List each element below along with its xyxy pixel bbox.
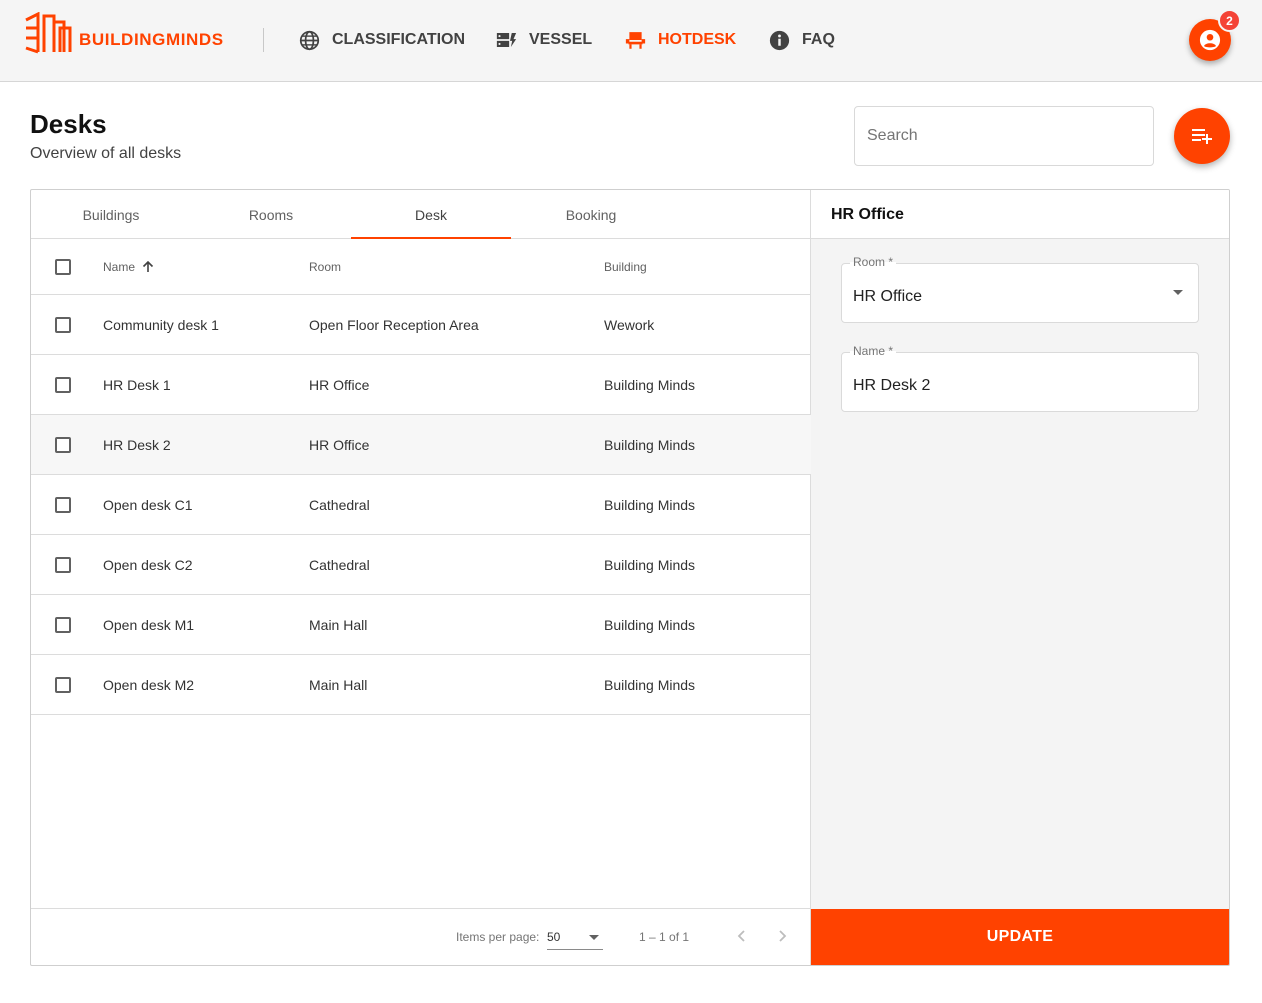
room-select-label: Room * — [850, 255, 897, 269]
table-row[interactable]: Open desk M2 Main Hall Building Minds — [31, 655, 811, 715]
nav-label-hotdesk: HOTDESK — [658, 31, 737, 48]
tab-booking[interactable]: Booking — [511, 190, 671, 239]
row-checkbox[interactable] — [55, 497, 71, 513]
cell-name: Open desk M2 — [103, 676, 195, 693]
desk-name-field[interactable]: Name * HR Desk 2 — [841, 344, 1199, 412]
search-input[interactable] — [855, 107, 1153, 165]
info-icon — [769, 30, 790, 50]
cell-room: Open Floor Reception Area — [309, 316, 479, 333]
chevron-left-icon — [737, 930, 745, 942]
row-checkbox[interactable] — [55, 437, 71, 453]
cell-building: Building Minds — [604, 436, 696, 453]
table-row-selected[interactable]: HR Desk 2 HR Office Building Minds — [31, 415, 811, 475]
row-checkbox[interactable] — [55, 317, 71, 333]
cell-building: Building Minds — [604, 616, 696, 633]
sort-ascending-arrow-icon — [142, 261, 154, 272]
nav-item-classification[interactable]: CLASSIFICATION — [299, 26, 465, 54]
account-circle-icon — [1199, 29, 1221, 51]
desks-card: Buildings Rooms Desk Booking Name Room B… — [30, 189, 1230, 966]
cell-room: Main Hall — [309, 676, 368, 693]
nav-label-classification: CLASSIFICATION — [332, 31, 466, 48]
desk-detail-panel: HR Office Room * HR Office Name * HR Des… — [811, 190, 1229, 965]
notification-badge: 2 — [1218, 9, 1241, 32]
row-checkbox[interactable] — [55, 557, 71, 573]
cell-room: Cathedral — [309, 496, 370, 513]
dropdown-arrow-icon — [589, 935, 599, 940]
table-row[interactable]: Open desk C1 Cathedral Building Minds — [31, 475, 811, 535]
cell-room: Cathedral — [309, 556, 370, 573]
cell-name: HR Desk 2 — [103, 436, 171, 453]
playlist-add-icon — [1192, 129, 1212, 144]
tab-bar: Buildings Rooms Desk Booking — [31, 190, 811, 239]
desk-chair-icon — [625, 32, 646, 49]
cell-room: HR Office — [309, 436, 370, 453]
update-button[interactable]: UPDATE — [811, 909, 1229, 965]
column-header-building[interactable]: Building — [604, 239, 647, 295]
items-per-page-label: Items per page: — [456, 930, 540, 944]
nav-divider — [263, 28, 264, 52]
page-title: Desks — [30, 109, 107, 139]
brand-name[interactable]: BUILDINGMINDS — [79, 30, 224, 50]
cell-name: Open desk C1 — [103, 496, 193, 513]
cell-name: Open desk C2 — [103, 556, 193, 573]
nav-label-vessel: VESSEL — [529, 31, 593, 48]
cell-building: Building Minds — [604, 496, 696, 513]
table-row[interactable]: Open desk C2 Cathedral Building Minds — [31, 535, 811, 595]
room-select-value: HR Office — [853, 288, 923, 305]
row-checkbox[interactable] — [55, 617, 71, 633]
top-navigation-bar: BUILDINGMINDS CLASSIFICATION VESSEL HOTD… — [0, 0, 1262, 82]
column-header-name[interactable]: Name — [103, 239, 154, 295]
table-row[interactable]: Community desk 1 Open Floor Reception Ar… — [31, 295, 811, 355]
items-per-page-value: 50 — [547, 930, 561, 944]
next-page-button[interactable] — [770, 924, 794, 948]
tab-buildings[interactable]: Buildings — [31, 190, 191, 239]
search-field[interactable] — [854, 106, 1154, 166]
table-row[interactable]: Open desk M1 Main Hall Building Minds — [31, 595, 811, 655]
cell-name: Community desk 1 — [103, 316, 219, 333]
row-checkbox[interactable] — [55, 677, 71, 693]
room-select[interactable]: Room * HR Office — [841, 255, 1199, 323]
desks-table-panel: Buildings Rooms Desk Booking Name Room B… — [31, 190, 811, 965]
nav-item-vessel[interactable]: VESSEL — [496, 26, 592, 54]
column-header-name-label: Name — [103, 260, 136, 274]
page-range-label: 1 – 1 of 1 — [639, 930, 690, 944]
cell-name: HR Desk 1 — [103, 376, 171, 393]
cell-room: HR Office — [309, 376, 370, 393]
desk-name-value: HR Desk 2 — [853, 377, 931, 394]
table-header: Name Room Building — [31, 239, 811, 295]
detail-panel-title: HR Office — [831, 206, 904, 223]
cell-name: Open desk M1 — [103, 616, 195, 633]
select-all-checkbox[interactable] — [55, 259, 71, 275]
page-subtitle: Overview of all desks — [30, 145, 182, 162]
chevron-right-icon — [779, 930, 787, 942]
cell-building: Building Minds — [604, 676, 696, 693]
globe-icon — [299, 30, 320, 50]
cell-building: Wework — [604, 316, 655, 333]
detail-panel-header: HR Office — [811, 190, 1229, 239]
previous-page-button[interactable] — [730, 924, 754, 948]
table-row[interactable]: HR Desk 1 HR Office Building Minds — [31, 355, 811, 415]
cell-building: Building Minds — [604, 376, 696, 393]
buildingminds-logo-icon[interactable] — [24, 12, 72, 54]
nav-label-faq: FAQ — [802, 31, 835, 48]
tab-rooms[interactable]: Rooms — [191, 190, 351, 239]
cell-room: Main Hall — [309, 616, 368, 633]
tab-desk[interactable]: Desk — [351, 190, 511, 239]
vessel-icon — [496, 33, 517, 47]
row-checkbox[interactable] — [55, 377, 71, 393]
add-desk-button[interactable] — [1174, 108, 1230, 164]
dropdown-arrow-icon — [1173, 290, 1183, 295]
items-per-page-select[interactable]: 50 — [547, 928, 603, 950]
nav-item-faq[interactable]: FAQ — [769, 26, 835, 54]
desk-name-label: Name * — [850, 344, 897, 358]
nav-item-hotdesk[interactable]: HOTDESK — [625, 26, 736, 54]
column-header-room[interactable]: Room — [309, 239, 341, 295]
paginator: Items per page: 50 1 – 1 of 1 — [31, 908, 811, 965]
cell-building: Building Minds — [604, 556, 696, 573]
